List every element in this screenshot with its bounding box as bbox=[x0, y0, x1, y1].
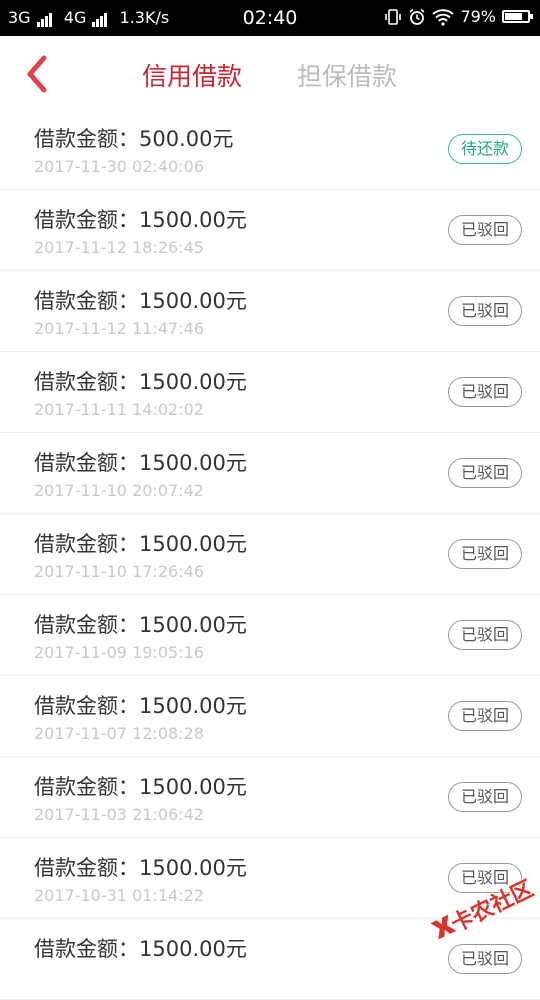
back-button[interactable] bbox=[22, 54, 54, 94]
alarm-icon bbox=[409, 8, 425, 25]
loan-amount: 借款金额：1500.00元 bbox=[34, 694, 247, 718]
loan-amount: 借款金额：1500.00元 bbox=[34, 613, 247, 637]
status-bar: 3G 4G 1.3K/s 02:40 79% bbox=[0, 0, 540, 36]
tab-guarantee-loan[interactable]: 担保借款 bbox=[297, 57, 397, 93]
loan-row[interactable]: 借款金额：1500.00元 2017-11-11 14:02:02 已驳回 bbox=[0, 352, 540, 433]
wifi-icon bbox=[432, 8, 455, 26]
status-badge: 已驳回 bbox=[448, 539, 522, 569]
battery-icon bbox=[502, 10, 533, 23]
loan-row[interactable]: 借款金额：1500.00元 2017-11-03 21:06:42 已驳回 bbox=[0, 757, 540, 838]
status-badge: 已驳回 bbox=[448, 377, 522, 407]
tab-credit-loan[interactable]: 信用借款 bbox=[142, 57, 242, 93]
loan-amount: 借款金额：1500.00元 bbox=[34, 775, 247, 799]
loan-row[interactable]: 借款金额：1500.00元 2017-11-12 18:26:45 已驳回 bbox=[0, 190, 540, 271]
battery-fill bbox=[505, 13, 522, 20]
loan-row[interactable]: 借款金额：1500.00元 2017-11-12 11:47:46 已驳回 bbox=[0, 271, 540, 352]
loan-list: 借款金额：500.00元 2017-11-30 02:40:06 待还款 借款金… bbox=[0, 109, 540, 1000]
loan-date: 2017-11-12 18:26:45 bbox=[34, 238, 204, 257]
chevron-left-icon bbox=[27, 55, 47, 93]
loan-amount: 借款金额：1500.00元 bbox=[34, 208, 247, 232]
loan-row[interactable]: 借款金额：1500.00元 2017-10-31 01:14:22 已驳回 bbox=[0, 838, 540, 919]
loan-date: 2017-11-12 11:47:46 bbox=[34, 319, 204, 338]
loan-amount: 借款金额：500.00元 bbox=[34, 127, 234, 151]
loan-date: 2017-11-03 21:06:42 bbox=[34, 805, 204, 824]
loan-row[interactable]: 借款金额：1500.00元 2017-11-10 20:07:42 已驳回 bbox=[0, 433, 540, 514]
status-badge: 待还款 bbox=[448, 134, 522, 164]
status-badge: 已驳回 bbox=[448, 782, 522, 812]
loan-date: 2017-11-10 17:26:46 bbox=[34, 562, 204, 581]
status-right: 79% bbox=[384, 7, 533, 26]
status-badge: 已驳回 bbox=[448, 620, 522, 650]
vibrate-icon bbox=[385, 8, 402, 25]
header: 信用借款 担保借款 bbox=[0, 36, 540, 112]
loan-row[interactable]: 借款金额：1500.00元 2017-11-07 12:08:28 已驳回 bbox=[0, 676, 540, 757]
loan-row[interactable]: 借款金额：1500.00元 2017-11-09 19:05:16 已驳回 bbox=[0, 595, 540, 676]
loan-row[interactable]: 借款金额：1500.00元 2017-11-10 17:26:46 已驳回 bbox=[0, 514, 540, 595]
loan-date: 2017-11-07 12:08:28 bbox=[34, 724, 204, 743]
loan-date: 2017-11-10 20:07:42 bbox=[34, 481, 204, 500]
status-badge: 已驳回 bbox=[448, 944, 522, 974]
loan-amount: 借款金额：1500.00元 bbox=[34, 856, 247, 880]
status-badge: 已驳回 bbox=[448, 863, 522, 893]
loan-date: 2017-11-30 02:40:06 bbox=[34, 157, 204, 176]
battery-percent: 79% bbox=[460, 7, 496, 26]
loan-amount: 借款金额：1500.00元 bbox=[34, 370, 247, 394]
status-badge: 已驳回 bbox=[448, 296, 522, 326]
loan-amount: 借款金额：1500.00元 bbox=[34, 451, 247, 475]
loan-date: 2017-10-31 01:14:22 bbox=[34, 886, 204, 905]
loan-date: 2017-11-11 14:02:02 bbox=[34, 400, 204, 419]
loan-amount: 借款金额：1500.00元 bbox=[34, 937, 247, 961]
loan-date: 2017-11-09 19:05:16 bbox=[34, 643, 204, 662]
loan-amount: 借款金额：1500.00元 bbox=[34, 532, 247, 556]
loan-row[interactable]: 借款金额：500.00元 2017-11-30 02:40:06 待还款 bbox=[0, 109, 540, 190]
status-badge: 已驳回 bbox=[448, 701, 522, 731]
status-badge: 已驳回 bbox=[448, 458, 522, 488]
loan-amount: 借款金额：1500.00元 bbox=[34, 289, 247, 313]
status-badge: 已驳回 bbox=[448, 215, 522, 245]
